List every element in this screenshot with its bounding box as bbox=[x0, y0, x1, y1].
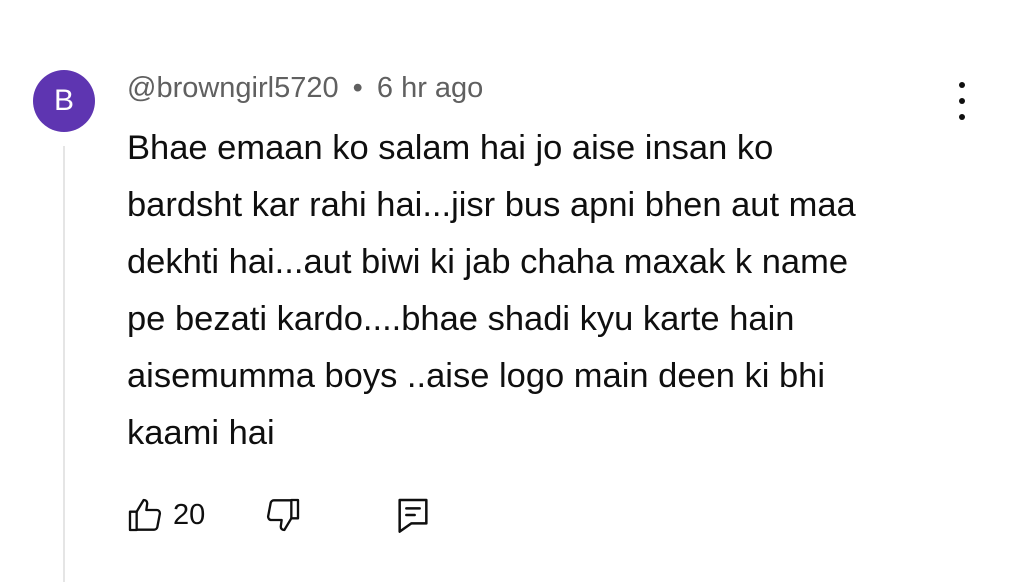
header-separator: • bbox=[352, 72, 363, 104]
comment-text-line: bardsht kar rahi hai...jisr bus apni bhe… bbox=[127, 186, 856, 224]
like-button[interactable]: 20 bbox=[125, 495, 205, 535]
thumbs-down-icon bbox=[267, 498, 300, 532]
comment-card: B @browngirl5720 • 6 hr ago Bhae emaan k… bbox=[0, 0, 1024, 582]
comment-text-line: Bhae emaan ko salam hai jo aise insan ko bbox=[127, 129, 774, 167]
avatar[interactable]: B bbox=[33, 70, 95, 132]
timestamp[interactable]: 6 hr ago bbox=[377, 72, 483, 104]
comment-text-line: aisemumma boys ..aise logo main deen ki … bbox=[127, 357, 826, 395]
comment-actions: 20 bbox=[125, 492, 433, 538]
more-vertical-icon[interactable] bbox=[945, 82, 979, 120]
comment-header: @browngirl5720 • 6 hr ago bbox=[127, 72, 483, 105]
reply-button[interactable] bbox=[393, 495, 433, 535]
author-name[interactable]: @browngirl5720 bbox=[127, 72, 339, 104]
reply-icon bbox=[398, 498, 428, 533]
like-count: 20 bbox=[173, 498, 206, 531]
dislike-button[interactable] bbox=[263, 495, 303, 535]
comment-text-line: dekhti hai...aut biwi ki jab chaha maxak… bbox=[127, 243, 849, 281]
thread-line bbox=[63, 146, 65, 582]
comment-text-line: kaami hai bbox=[127, 414, 275, 452]
comment-text-line: pe bezati kardo....bhae shadi kyu karte … bbox=[127, 300, 795, 338]
comment-text: Bhae emaan ko salam hai jo aise insan ko… bbox=[127, 120, 967, 462]
thumbs-up-icon bbox=[128, 498, 162, 532]
